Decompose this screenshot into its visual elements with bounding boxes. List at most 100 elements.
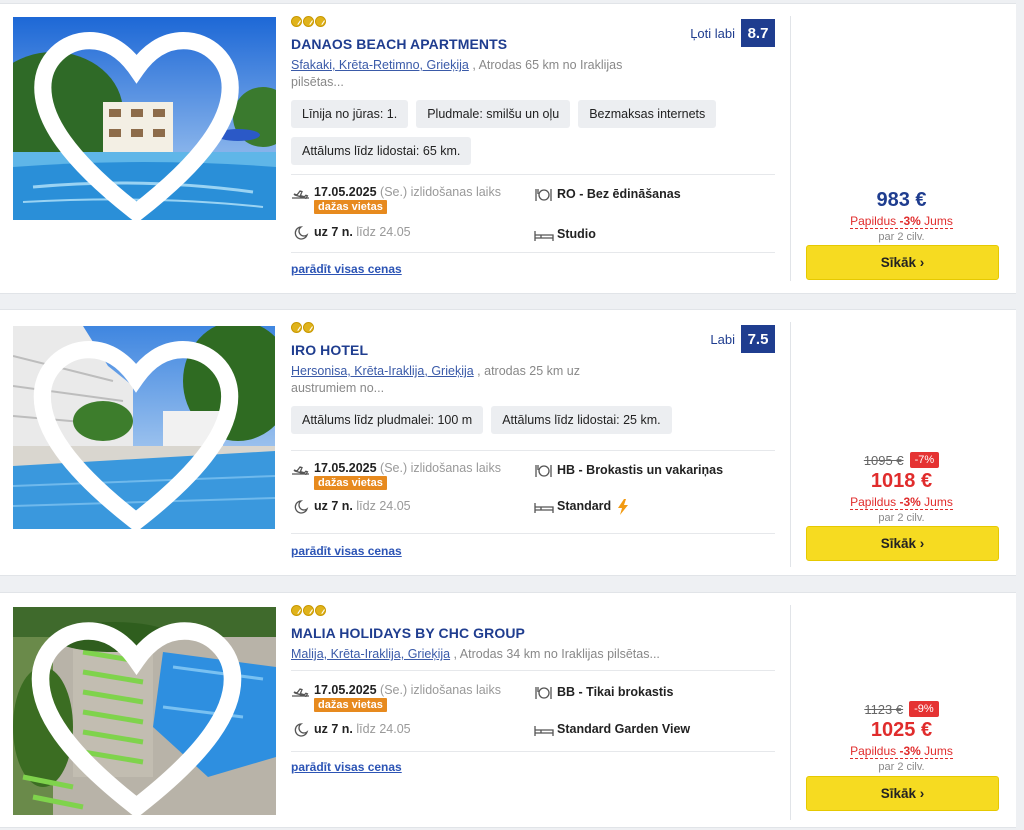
meal-icon xyxy=(535,687,552,699)
details-button[interactable]: Sīkāk › xyxy=(806,245,999,280)
trip-duration: uz 7 n. līdz 24.05 xyxy=(291,722,411,738)
show-all-prices-link[interactable]: parādīt visas cenas xyxy=(291,544,402,558)
discount-badge: -7% xyxy=(909,452,940,468)
heart-icon[interactable] xyxy=(13,25,268,220)
hotel-card: DANAOS BEACH APARTMENTS Sfakaki, Krēta-R… xyxy=(0,3,1016,294)
star-icon xyxy=(291,605,302,616)
star-icon xyxy=(303,322,314,333)
hotel-location: Sfakaki, Krēta-Retimno, Grieķija , Atrod… xyxy=(291,58,623,89)
feature-chip: Attālums līdz lidostai: 25 km. xyxy=(491,406,672,434)
board-type: HB - Brokastis un vakariņas xyxy=(534,463,723,479)
meal-icon xyxy=(535,189,552,201)
hotel-photo[interactable] xyxy=(13,607,276,815)
hotel-location: Malija, Krēta-Iraklija, Grieķija , Atrod… xyxy=(291,647,660,661)
hotel-photo[interactable] xyxy=(13,17,276,220)
show-all-prices-link[interactable]: parādīt visas cenas xyxy=(291,760,402,774)
star-rating xyxy=(291,322,775,334)
few-seats-badge: dažas vietas xyxy=(314,698,387,712)
hotel-name[interactable]: IRO HOTEL xyxy=(291,342,775,360)
old-price: 1123 € xyxy=(864,701,904,717)
moon-icon xyxy=(294,226,309,240)
meal-icon xyxy=(535,465,552,477)
moon-icon xyxy=(294,500,309,514)
hotel-list: DANAOS BEACH APARTMENTS Sfakaki, Krēta-R… xyxy=(0,0,1024,830)
extra-discount: Papildus -3% Jums xyxy=(850,744,953,759)
show-all-prices-link[interactable]: parādīt visas cenas xyxy=(291,262,402,276)
star-rating xyxy=(291,605,775,617)
details-button[interactable]: Sīkāk › xyxy=(806,776,999,811)
rating-score: 8.7 xyxy=(741,19,775,47)
per-persons: par 2 cilv. xyxy=(878,231,925,243)
location-link[interactable]: Hersonisa, Krēta-Iraklija, Grieķija xyxy=(291,364,474,378)
star-icon xyxy=(291,322,302,333)
star-icon xyxy=(303,605,314,616)
location-link[interactable]: Malija, Krēta-Iraklija, Grieķija xyxy=(291,647,450,661)
plane-departure-icon xyxy=(292,466,309,476)
feature-chip: Bezmaksas internets xyxy=(578,100,717,128)
price: 1018 € xyxy=(870,470,933,492)
price-box: 1095 € -7% 1018 € Papildus -3% Jums par … xyxy=(805,451,998,524)
bed-icon xyxy=(534,726,554,736)
price: 983 € xyxy=(876,189,927,211)
extra-discount: Papildus -3% Jums xyxy=(850,495,953,510)
details-button[interactable]: Sīkāk › xyxy=(806,526,999,561)
room-type: Standard Garden View xyxy=(534,722,690,738)
rating-label: Labi xyxy=(710,331,735,347)
trip-duration: uz 7 n. līdz 24.05 xyxy=(291,499,411,515)
trip-duration: uz 7 n. līdz 24.05 xyxy=(291,225,411,241)
feature-chip: Attālums līdz pludmalei: 100 m xyxy=(291,406,484,434)
feature-chip: Attālums līdz lidostai: 65 km. xyxy=(291,137,472,165)
discount-badge: -9% xyxy=(909,701,939,717)
lightning-icon xyxy=(618,499,629,515)
hotel-info: MALIA HOLIDAYS BY CHC GROUP Malija, Krēt… xyxy=(291,605,775,663)
guest-rating: Ļoti labi 8.7 xyxy=(690,19,775,47)
feature-chips: Līnija no jūras: 1. Pludmale: smilšu un … xyxy=(291,100,721,165)
hotel-card: IRO HOTEL Hersonisa, Krēta-Iraklija, Gri… xyxy=(0,309,1016,576)
hotel-photo[interactable] xyxy=(13,326,275,529)
board-type: BB - Tikai brokastis xyxy=(534,685,673,701)
few-seats-badge: dažas vietas xyxy=(314,200,387,214)
trip-details: 17.05.2025 (Se.) izlidošanas laiks dažas … xyxy=(291,670,775,752)
price-box: 1123 € -9% 1025 € Papildus -3% Jums par … xyxy=(805,700,998,773)
feature-chips: Attālums līdz pludmalei: 100 m Attālums … xyxy=(291,406,721,434)
guest-rating: Labi 7.5 xyxy=(710,325,775,353)
moon-icon xyxy=(294,723,309,737)
rating-label: Ļoti labi xyxy=(690,25,735,41)
board-type: RO - Bez ēdināšanas xyxy=(534,187,681,203)
room-type: Standard xyxy=(534,499,629,515)
few-seats-badge: dažas vietas xyxy=(314,476,387,490)
bed-icon xyxy=(534,503,554,513)
star-icon xyxy=(303,16,314,27)
divider xyxy=(790,16,791,281)
heart-icon[interactable] xyxy=(13,334,267,529)
old-price: 1095 € xyxy=(863,452,904,468)
star-icon xyxy=(291,16,302,27)
location-link[interactable]: Sfakaki, Krēta-Retimno, Grieķija xyxy=(291,58,469,72)
plane-departure-icon xyxy=(292,190,309,200)
trip-details: 17.05.2025 (Se.) izlidošanas laiks dažas … xyxy=(291,450,775,534)
departure-date: 17.05.2025 (Se.) izlidošanas laiks dažas … xyxy=(291,185,501,214)
rating-score: 7.5 xyxy=(741,325,775,353)
star-icon xyxy=(315,16,326,27)
divider xyxy=(790,605,791,820)
hotel-info: IRO HOTEL Hersonisa, Krēta-Iraklija, Gri… xyxy=(291,322,775,434)
price-box: 983 € Papildus -3% Jums par 2 cilv. xyxy=(805,188,998,243)
bed-icon xyxy=(534,231,554,241)
trip-details: 17.05.2025 (Se.) izlidošanas laiks dažas … xyxy=(291,174,775,253)
departure-date: 17.05.2025 (Se.) izlidošanas laiks dažas … xyxy=(291,683,501,712)
plane-departure-icon xyxy=(292,688,309,698)
divider xyxy=(790,322,791,567)
extra-discount: Papildus -3% Jums xyxy=(850,214,953,229)
hotel-name[interactable]: MALIA HOLIDAYS BY CHC GROUP xyxy=(291,625,775,643)
heart-icon[interactable] xyxy=(13,615,268,815)
price: 1025 € xyxy=(870,719,933,741)
room-type: Studio xyxy=(534,227,596,243)
per-persons: par 2 cilv. xyxy=(878,512,925,524)
hotel-location: Hersonisa, Krēta-Iraklija, Grieķija , at… xyxy=(291,364,581,395)
hotel-info: DANAOS BEACH APARTMENTS Sfakaki, Krēta-R… xyxy=(291,16,775,165)
departure-date: 17.05.2025 (Se.) izlidošanas laiks dažas … xyxy=(291,461,501,490)
per-persons: par 2 cilv. xyxy=(878,761,925,773)
star-icon xyxy=(315,605,326,616)
hotel-card: MALIA HOLIDAYS BY CHC GROUP Malija, Krēt… xyxy=(0,592,1016,828)
feature-chip: Pludmale: smilšu un oļu xyxy=(416,100,571,128)
